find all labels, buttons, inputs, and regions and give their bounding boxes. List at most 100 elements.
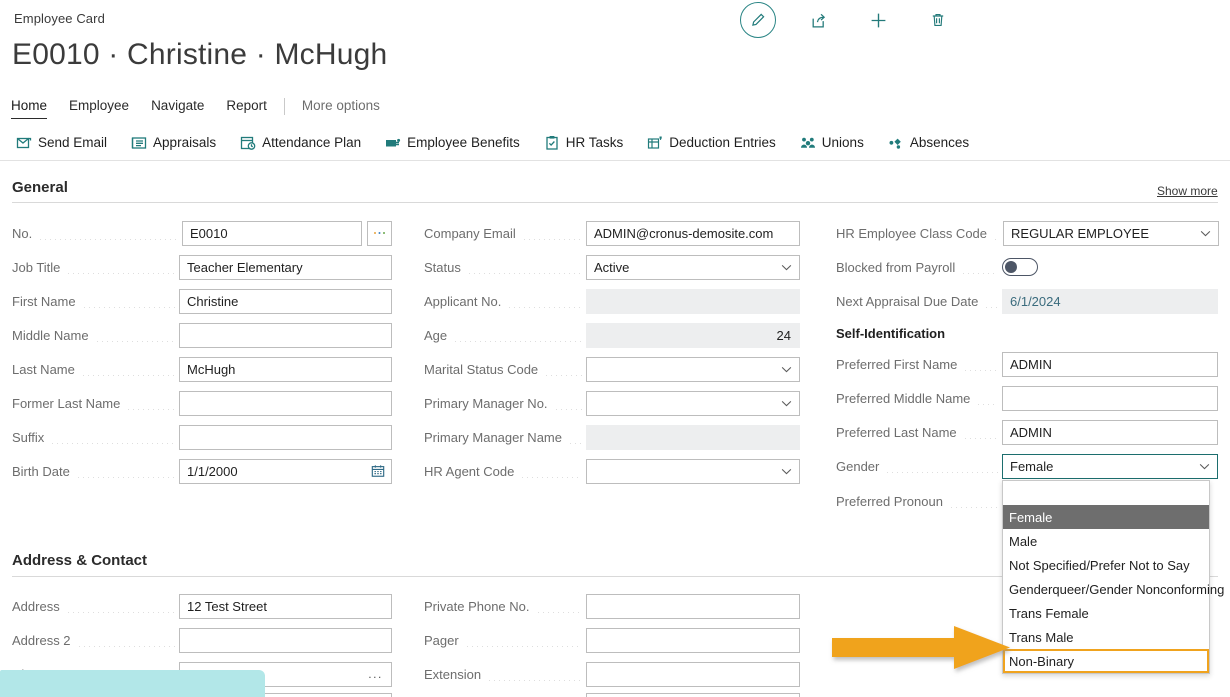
gender-option-trans-female[interactable]: Trans Female [1003,601,1209,625]
label-leader-dots [465,634,582,647]
middle-name-input[interactable] [179,323,392,348]
new-button[interactable] [860,2,896,38]
ribbon-label: Unions [822,135,864,150]
ribbon-appraisals[interactable]: Appraisals [131,135,227,151]
field-marital-status-code: Marital Status Code [424,356,800,382]
field-label: Pager [424,633,463,648]
show-more-link[interactable]: Show more [1157,184,1218,198]
chevron-down-icon[interactable] [1199,463,1210,470]
last-name-input[interactable]: McHugh [179,357,392,382]
field-preferred-first-name: Preferred First Name ADMIN [836,351,1218,377]
ribbon-employee-benefits[interactable]: Employee Benefits [385,135,531,151]
address-input[interactable]: 12 Test Street [179,594,392,619]
city-lookup-icon[interactable]: ... [368,667,383,681]
field-label: Preferred Middle Name [836,391,974,406]
label-leader-dots [885,460,998,473]
first-name-input[interactable]: Christine [179,289,392,314]
tab-bar: Home Employee Navigate Report More optio… [0,92,1230,120]
header-actions [740,2,956,38]
private-phone-no-input[interactable] [586,594,800,619]
label-leader-dots [963,426,998,439]
hr-employee-class-code-select[interactable]: REGULAR EMPLOYEE [1003,221,1219,246]
field-label: First Name [12,294,80,309]
hr-agent-code-select[interactable] [586,459,800,484]
gender-select[interactable]: Female [1002,454,1218,479]
tab-more-options[interactable]: More options [291,95,391,117]
field-label: Primary Manager No. [424,396,552,411]
gender-option-blank[interactable] [1003,481,1209,505]
address-2-input[interactable] [179,628,392,653]
gender-option-not-specified[interactable]: Not Specified/Prefer Not to Say [1003,553,1209,577]
field-value: McHugh [180,362,235,377]
field-pager: Pager [424,627,800,653]
field-address-2: Address 2 [12,627,392,653]
suffix-input[interactable] [179,425,392,450]
label-leader-dots [554,397,582,410]
tab-employee[interactable]: Employee [58,95,140,117]
section-divider-general [12,202,1218,203]
extension-input[interactable] [586,662,800,687]
company-email-input[interactable]: ADMIN@cronus-demosite.com [586,221,800,246]
delete-button[interactable] [920,2,956,38]
field-label: Preferred Pronoun [836,494,947,509]
mobile-phone-input[interactable] [586,693,800,697]
gender-option-male[interactable]: Male [1003,529,1209,553]
deduction-grid-icon [647,135,663,151]
preferred-first-name-input[interactable]: ADMIN [1002,352,1218,377]
breadcrumb[interactable]: Employee Card [14,11,105,26]
label-leader-dots [976,392,998,405]
tab-report[interactable]: Report [215,95,278,117]
former-last-name-input[interactable] [179,391,392,416]
primary-manager-name-readonly [586,425,800,450]
field-age: Age 24 [424,322,800,348]
tab-divider [284,98,285,115]
gender-option-female[interactable]: Female [1003,505,1209,529]
label-leader-dots [76,465,175,478]
label-leader-dots [507,295,582,308]
preferred-middle-name-input[interactable] [1002,386,1218,411]
label-leader-dots [50,431,175,444]
calendar-icon[interactable] [371,464,385,478]
gender-dropdown-list[interactable]: Female Male Not Specified/Prefer Not to … [1002,480,1210,674]
field-label: Next Appraisal Due Date [836,294,982,309]
gender-option-trans-male[interactable]: Trans Male [1003,625,1209,649]
ribbon-deduction-entries[interactable]: Deduction Entries [647,135,787,151]
ribbon-label: HR Tasks [566,135,624,150]
chevron-down-icon [781,468,792,475]
field-label: Job Title [12,260,64,275]
ribbon-attendance-plan[interactable]: Attendance Plan [240,135,372,151]
ribbon-send-email[interactable]: Send Email [16,135,118,151]
no-lookup-button[interactable] [367,221,392,246]
trash-icon [930,12,946,28]
edit-button[interactable] [740,2,776,38]
field-label: Last Name [12,362,79,377]
primary-manager-no-select[interactable] [586,391,800,416]
ribbon-absences[interactable]: Absences [888,135,980,151]
subsection-title-self-identification: Self-Identification [836,326,945,341]
ribbon-unions[interactable]: Unions [800,135,875,151]
label-leader-dots [949,495,998,508]
ribbon-hr-tasks[interactable]: HR Tasks [544,135,635,151]
job-title-input[interactable]: Teacher Elementary [179,255,392,280]
tab-navigate[interactable]: Navigate [140,95,215,117]
benefits-icon [385,135,401,151]
preferred-last-name-input[interactable]: ADMIN [1002,420,1218,445]
field-company-email: Company Email ADMIN@cronus-demosite.com [424,220,800,246]
label-leader-dots [568,431,582,444]
pager-input[interactable] [586,628,800,653]
field-label: Suffix [12,430,48,445]
share-button[interactable] [800,2,836,38]
status-select[interactable]: Active [586,255,800,280]
field-preferred-middle-name: Preferred Middle Name [836,385,1218,411]
field-no: No. E0010 [12,220,392,246]
gender-option-genderqueer[interactable]: Genderqueer/Gender Nonconforming [1003,577,1209,601]
marital-status-code-select[interactable] [586,357,800,382]
no-input[interactable]: E0010 [182,221,362,246]
gender-option-non-binary[interactable]: Non-Binary [1003,649,1209,673]
field-former-last-name: Former Last Name [12,390,392,416]
blocked-from-payroll-toggle[interactable] [1002,258,1038,276]
birth-date-input[interactable]: 1/1/2000 [179,459,392,484]
tab-home[interactable]: Home [0,95,58,117]
age-readonly: 24 [586,323,800,348]
field-first-name: First Name Christine [12,288,392,314]
